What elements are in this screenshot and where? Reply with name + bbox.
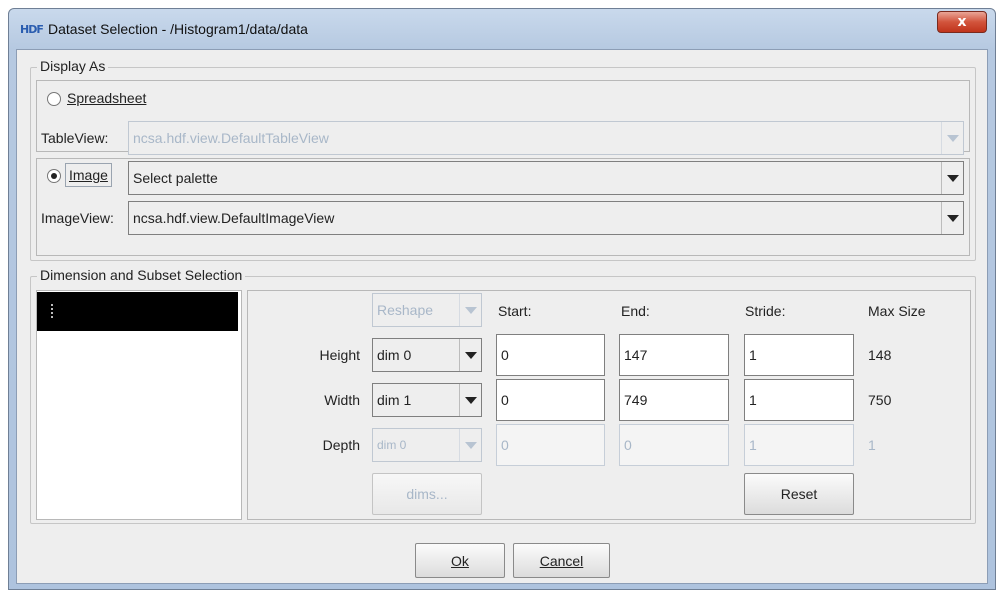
width-start-input[interactable]: 0 [496,379,605,421]
width-stride-input[interactable]: 1 [744,379,854,421]
depth-start-input[interactable]: 0 [496,424,605,466]
width-max-size: 750 [868,392,892,408]
title-bar[interactable]: HDF Dataset Selection - /Histogram1/data… [9,9,995,49]
chevron-down-icon [459,429,481,461]
ok-button[interactable]: Ok [415,543,505,578]
cancel-button[interactable]: Cancel [513,543,610,578]
width-end-input[interactable]: 749 [619,379,729,421]
depth-dim-value: dim 0 [377,438,407,452]
height-end-input[interactable]: 147 [619,334,729,376]
hdf-icon: HDF [20,23,44,36]
spreadsheet-panel: Spreadsheet TableView: ncsa.hdf.view.Def… [36,80,970,155]
height-dim-value: dim 0 [377,347,412,363]
close-button[interactable]: x [937,11,987,33]
imageview-value: ncsa.hdf.view.DefaultImageView [133,210,335,226]
chevron-down-icon [941,202,963,234]
spreadsheet-radio[interactable] [47,92,61,106]
tableview-label: TableView: [41,130,109,146]
display-as-group: Display As Spreadsheet TableView: ncsa.h… [30,58,976,261]
dimension-legend: Dimension and Subset Selection [37,267,246,283]
depth-max-size: 1 [868,437,876,453]
start-header: Start: [498,303,532,319]
imageview-select[interactable]: ncsa.hdf.view.DefaultImageView [128,201,964,235]
height-dim-select[interactable]: dim 0 [372,338,482,372]
tableview-value: ncsa.hdf.view.DefaultTableView [133,130,329,146]
tableview-select[interactable]: ncsa.hdf.view.DefaultTableView [128,121,964,155]
palette-select[interactable]: Select palette [128,161,964,195]
max-size-header: Max Size [868,303,926,319]
dialog-window: HDF Dataset Selection - /Histogram1/data… [8,8,996,590]
reshape-select[interactable]: Reshape [372,293,482,327]
spreadsheet-label[interactable]: Spreadsheet [67,90,146,106]
image-label[interactable]: Image [65,163,112,187]
imageview-label: ImageView: [41,210,114,226]
dialog-body: Display As Spreadsheet TableView: ncsa.h… [16,49,988,584]
depth-stride-input[interactable]: 1 [744,424,854,466]
palette-value: Select palette [133,170,218,186]
width-label: Width [324,392,360,408]
width-dim-value: dim 1 [377,392,412,408]
image-panel: Image Select palette ImageView: ncsa.hdf… [36,158,970,256]
width-dim-select[interactable]: dim 1 [372,383,482,417]
chevron-down-icon [941,162,963,194]
subset-panel: Reshape Start: End: Stride: Max Size Hei… [247,290,971,520]
image-preview[interactable] [37,292,238,331]
end-header: End: [621,303,650,319]
height-stride-input[interactable]: 1 [744,334,854,376]
depth-end-input[interactable]: 0 [619,424,729,466]
chevron-down-icon [459,294,481,326]
height-max-size: 148 [868,347,892,363]
close-icon: x [957,14,967,30]
chevron-down-icon [941,122,963,154]
image-preview-panel [36,290,242,520]
preview-stripe [51,304,53,320]
chevron-down-icon [459,384,481,416]
image-radio[interactable] [47,169,61,183]
height-start-input[interactable]: 0 [496,334,605,376]
depth-label: Depth [322,437,360,453]
chevron-down-icon [459,339,481,371]
depth-dim-select[interactable]: dim 0 [372,428,482,462]
reset-button[interactable]: Reset [744,473,854,515]
dimension-group: Dimension and Subset Selection Reshape S… [30,267,976,524]
stride-header: Stride: [745,303,786,319]
window-title: Dataset Selection - /Histogram1/data/dat… [48,21,308,37]
reshape-value: Reshape [377,302,434,318]
display-as-legend: Display As [37,58,109,74]
height-label: Height [319,347,360,363]
dims-button[interactable]: dims... [372,473,482,515]
